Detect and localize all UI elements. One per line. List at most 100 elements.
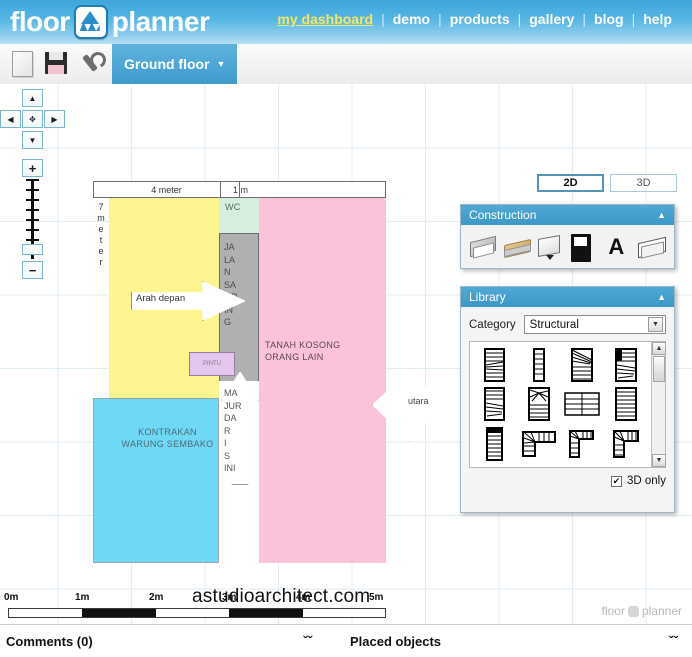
settings-button[interactable] xyxy=(76,48,104,78)
floor-surface-tool-button[interactable] xyxy=(503,232,531,260)
save-button[interactable] xyxy=(42,48,70,78)
construction-panel: Construction ▲ A xyxy=(460,204,675,269)
scale-ruler: 0m 1m 2m 3m 4m 5m floor planner xyxy=(0,592,692,622)
dimension-left-c5: r xyxy=(99,257,103,267)
library-panel-header[interactable]: Library ▲ xyxy=(461,287,674,307)
floorplan-drawing: 4 meter 1 m 7 m e t e r WC JA LA N SA MP… xyxy=(93,181,386,624)
construction-panel-title: Construction xyxy=(469,208,537,222)
staircase-thumbnail[interactable] xyxy=(475,426,516,462)
collapse-up-icon[interactable]: ▲ xyxy=(657,210,666,220)
library-scrollbar[interactable]: ▲ ▼ xyxy=(651,342,666,467)
nav-item-demo[interactable]: demo xyxy=(385,11,438,27)
zoom-tick xyxy=(26,239,39,241)
construction-tool-row: A xyxy=(461,225,674,266)
door-tool-button[interactable] xyxy=(570,232,599,262)
plan-door-marker[interactable]: PINTU xyxy=(189,352,235,376)
text-tool-button[interactable]: A xyxy=(604,232,632,260)
floor-selector-tab[interactable]: Ground floor ▼ xyxy=(112,44,238,84)
dimension-top-left-label: 4 meter xyxy=(94,182,240,197)
collapse-up-icon[interactable]: ▲ xyxy=(657,292,666,302)
logo-text-right: planner xyxy=(111,6,210,37)
nav-item-blog[interactable]: blog xyxy=(586,11,632,27)
main-navigation: my dashboard | demo | products | gallery… xyxy=(269,11,680,27)
chevron-down-icon: ▼ xyxy=(216,59,226,69)
view-mode-toggle: 2D 3D xyxy=(537,174,677,192)
dimension-left-c2: e xyxy=(98,224,104,234)
toolbar-icon-group xyxy=(8,48,104,78)
ruler-segment xyxy=(229,609,303,617)
dimension-left-c0: 7 xyxy=(98,202,104,212)
placed-objects-expand-icon[interactable]: ˇˇ xyxy=(669,625,678,657)
staircase-thumbnail[interactable] xyxy=(475,347,516,383)
library-panel: Library ▲ Category Structural ▼ ▲ ▼ ✔ 3D… xyxy=(460,286,675,513)
ruler-tick-5: 5m xyxy=(369,592,384,603)
zoom-tick xyxy=(26,189,39,191)
staircase-thumbnail[interactable] xyxy=(519,347,560,383)
pan-left-button[interactable]: ◀ xyxy=(0,110,21,128)
nav-item-help[interactable]: help xyxy=(635,11,680,27)
staircase-thumbnail[interactable] xyxy=(606,347,647,383)
site-header: floor planner my dashboard | demo | prod… xyxy=(0,0,692,44)
staircase-thumbnail[interactable] xyxy=(562,426,603,462)
staircase-thumbnail[interactable] xyxy=(606,386,647,422)
zoom-tick xyxy=(26,199,39,201)
scroll-down-button[interactable]: ▼ xyxy=(652,454,666,467)
window-tool-button[interactable] xyxy=(537,232,565,260)
comments-expand-icon[interactable]: ˇˇ xyxy=(303,625,312,657)
zoom-out-button[interactable]: − xyxy=(22,261,43,279)
staircase-thumbnail[interactable] xyxy=(606,426,647,462)
library-category-select[interactable]: Structural ▼ xyxy=(523,315,666,334)
nav-item-gallery[interactable]: gallery xyxy=(521,11,582,27)
wall-tool-button[interactable] xyxy=(469,232,497,260)
zoom-in-button[interactable]: + xyxy=(22,159,43,177)
dimension-left-c4: e xyxy=(98,246,104,256)
nav-item-my-dashboard[interactable]: my dashboard xyxy=(269,11,381,27)
placed-objects-label[interactable]: Placed objects xyxy=(350,625,441,657)
view-mode-2d-button[interactable]: 2D xyxy=(537,174,604,192)
pan-right-button[interactable]: ▶ xyxy=(44,110,65,128)
label-pink-area: TANAH KOSONG ORANG LAIN xyxy=(265,339,340,363)
zoom-tick xyxy=(26,179,39,181)
staircase-thumbnail[interactable] xyxy=(562,386,603,422)
staircase-thumbnail[interactable] xyxy=(562,347,603,383)
area-tool-icon xyxy=(638,237,666,259)
nav-item-products[interactable]: products xyxy=(442,11,518,27)
staircase-thumbnail[interactable] xyxy=(519,386,560,422)
brand-logo[interactable]: floor planner xyxy=(10,2,210,42)
scrollbar-thumb[interactable] xyxy=(653,356,665,382)
pan-down-button[interactable]: ▼ xyxy=(22,131,43,149)
new-document-button[interactable] xyxy=(8,48,36,78)
staircase-thumbnail[interactable] xyxy=(519,426,560,462)
library-category-label: Category xyxy=(469,318,516,331)
zoom-tick xyxy=(26,219,39,221)
text-tool-icon: A xyxy=(608,233,625,259)
staircase-thumbnail[interactable] xyxy=(475,386,516,422)
plan-area-blue[interactable] xyxy=(93,398,219,563)
label-pink-line1: TANAH KOSONG xyxy=(265,340,341,350)
zoom-slider-handle[interactable] xyxy=(22,244,43,255)
pan-up-button[interactable]: ▲ xyxy=(22,89,43,107)
view-mode-3d-button[interactable]: 3D xyxy=(610,174,677,192)
only-3d-checkbox[interactable]: ✔ xyxy=(611,475,622,487)
library-category-value: Structural xyxy=(529,318,579,331)
dimension-left-c1: m xyxy=(97,213,105,223)
ruler-tick-3: 3m xyxy=(222,592,237,603)
chevron-down-icon[interactable]: ▼ xyxy=(648,317,663,332)
plan-area-pink[interactable] xyxy=(259,198,386,563)
label-blue-line1: KONTRAKAN xyxy=(138,427,197,437)
chevron-down-icon[interactable] xyxy=(546,254,554,260)
pan-center-button[interactable]: ✥ xyxy=(22,110,43,128)
construction-panel-header[interactable]: Construction ▲ xyxy=(461,205,674,225)
floorplan-canvas[interactable]: 4 meter 1 m 7 m e t e r WC JA LA N SA MP… xyxy=(0,84,692,624)
scroll-up-button[interactable]: ▲ xyxy=(652,342,666,355)
window-tool-icon xyxy=(537,235,561,260)
only-3d-row: ✔ 3D only xyxy=(469,475,666,487)
label-front-direction: Arah depan xyxy=(136,293,186,304)
editor-footer: Comments (0) ˇˇ Placed objects ˇˇ xyxy=(0,624,692,657)
floor-surface-tool-icon xyxy=(503,238,531,260)
comments-label[interactable]: Comments (0) xyxy=(6,625,93,657)
label-corridor-vertical: JA LA N SA MP IN G xyxy=(224,242,238,327)
save-icon xyxy=(45,52,67,74)
library-panel-title: Library xyxy=(469,290,506,304)
area-tool-button[interactable] xyxy=(638,232,666,260)
